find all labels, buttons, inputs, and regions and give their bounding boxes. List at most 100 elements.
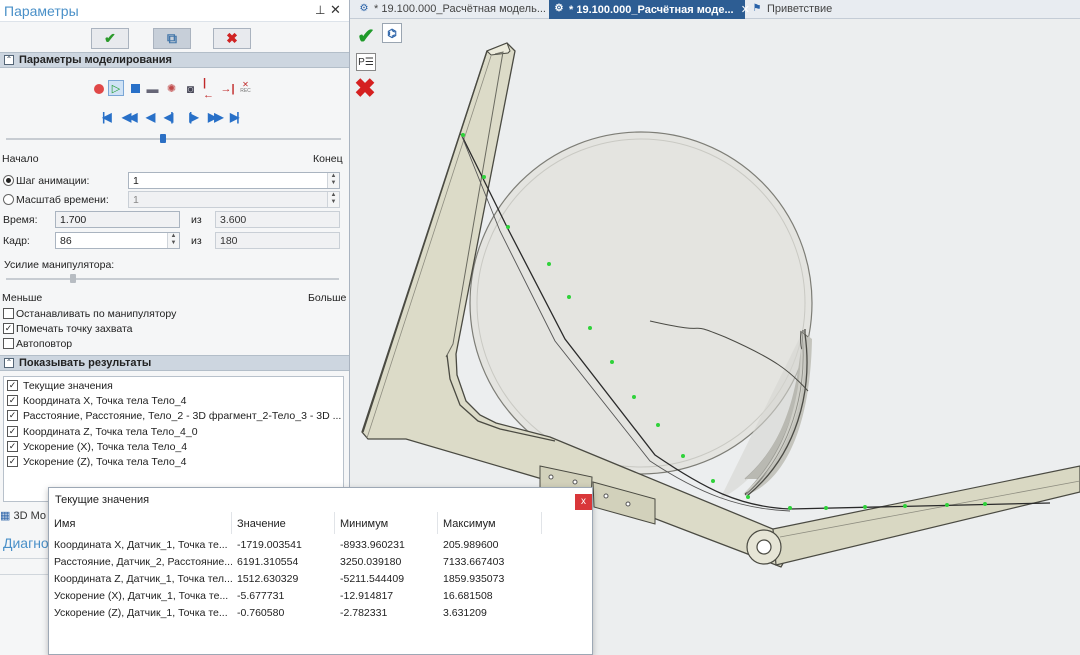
document-icon: ⚙	[359, 3, 369, 14]
stop-on-manipulator-label: Останавливать по манипулятору	[16, 308, 177, 320]
result-checkbox[interactable]: ✓	[7, 380, 18, 391]
step-back-icon[interactable]: ◀	[146, 110, 155, 124]
time-scale-radio[interactable]	[3, 194, 14, 205]
cell-value: -0.760580	[237, 607, 285, 619]
column-header-max[interactable]: Максимум	[438, 512, 542, 534]
frame-field[interactable]: 86 ▲ ▼	[55, 232, 180, 249]
modeling-section-title: Параметры моделирования	[19, 54, 172, 66]
play-icon[interactable]: ▷	[108, 80, 124, 96]
bolt	[572, 479, 578, 485]
force-slider[interactable]	[69, 274, 76, 283]
autorepeat-checkbox[interactable]	[3, 338, 14, 349]
bolt	[548, 474, 554, 480]
table-row[interactable]: Координата X, Датчик_1, Точка те... -171…	[49, 538, 594, 555]
close-icon[interactable]: x	[575, 494, 592, 510]
pin-icon[interactable]: ⊥	[315, 3, 325, 17]
cell-max: 205.989600	[443, 539, 499, 551]
time-scale-value: 1	[133, 194, 139, 206]
result-checkbox[interactable]: ✓	[7, 456, 18, 467]
time-label: Время:	[3, 214, 38, 226]
trim-start-icon[interactable]: |←	[203, 77, 216, 101]
time-of-label: из	[191, 214, 202, 226]
cell-value: 6191.310554	[237, 556, 299, 568]
anim-step-radio[interactable]	[3, 175, 14, 186]
film-icon[interactable]: ▬	[146, 82, 159, 96]
ok-button[interactable]: ✔	[91, 28, 129, 49]
fast-forward-icon[interactable]: ▶▶	[208, 110, 224, 124]
result-checkbox[interactable]: ✓	[7, 395, 18, 406]
force-label: Усилие манипулятора:	[4, 259, 115, 271]
settings-icon[interactable]: ✺	[165, 82, 178, 95]
diagnostics-row	[0, 558, 50, 575]
result-checkbox[interactable]: ✓	[7, 410, 18, 421]
arm-body	[772, 465, 1080, 566]
time-value: 1.700	[60, 214, 87, 226]
next-frame-icon[interactable]: |▶	[189, 110, 198, 124]
result-checkbox[interactable]: ✓	[7, 441, 18, 452]
cell-min: -2.782331	[340, 607, 388, 619]
results-section-title: Показывать результаты	[19, 357, 152, 369]
results-section-header[interactable]: ⌃ Показывать результаты	[0, 355, 349, 371]
time-scale-field[interactable]: 1 ▲ ▼	[128, 191, 340, 208]
frame-spinner[interactable]: ▲ ▼	[167, 233, 179, 248]
time-scale-spinner[interactable]: ▲ ▼	[327, 192, 339, 207]
frame-total-value: 180	[220, 235, 238, 247]
result-checkbox[interactable]: ✓	[7, 426, 18, 437]
cell-value: -5.677731	[237, 590, 285, 602]
results-list: ✓ Текущие значения ✓ Координата X, Точка…	[3, 376, 344, 502]
panel-title: Параметры	[4, 3, 79, 19]
cancel-button[interactable]: ✖	[213, 28, 251, 49]
cell-min: -12.914817	[340, 590, 394, 602]
structure-icon[interactable]: ⌬	[382, 23, 402, 43]
viewport-ok-button[interactable]: ✔	[354, 24, 378, 48]
anim-step-spinner[interactable]: ▲ ▼	[327, 173, 339, 188]
rec-icon[interactable]: ✕ REC	[239, 80, 252, 94]
mark-grip-point-checkbox[interactable]: ✓	[3, 323, 14, 334]
time-field[interactable]: 1.700	[55, 211, 180, 228]
record-icon[interactable]	[92, 82, 105, 95]
cell-name: Координата Z, Датчик_1, Точка тел...	[54, 573, 232, 585]
camera-icon[interactable]: ◙	[184, 82, 197, 96]
last-frame-icon[interactable]: ▶|	[230, 110, 239, 124]
tab-model-2[interactable]: ⚙ * 19.100.000_Расчётная моде... ✕	[549, 0, 750, 19]
table-row[interactable]: Расстояние, Датчик_2, Расстояние... 6191…	[49, 555, 594, 572]
collapse-icon[interactable]: ⌃	[4, 358, 14, 368]
first-frame-icon[interactable]: |◀	[102, 110, 111, 124]
timeline-track[interactable]	[6, 138, 341, 140]
document-icon: ⚙	[554, 3, 564, 14]
current-values-window[interactable]: Текущие значения x Имя Значение Минимум …	[48, 487, 593, 655]
table-row[interactable]: Ускорение (X), Датчик_1, Точка те... -5.…	[49, 589, 594, 606]
tab-welcome[interactable]: ⚑ Приветствие	[747, 0, 867, 19]
column-header-name[interactable]: Имя	[49, 512, 232, 534]
result-label: Координата X, Точка тела Тело_4	[23, 395, 187, 407]
fast-back-icon[interactable]: ◀◀	[122, 110, 138, 124]
close-icon[interactable]: ✕	[330, 2, 341, 18]
window-title: Текущие значения	[55, 494, 150, 506]
cell-max: 7133.667403	[443, 556, 505, 568]
stop-icon[interactable]	[129, 82, 142, 95]
anim-step-value: 1	[133, 175, 139, 187]
result-label: Расстояние, Расстояние, Тело_2 - 3D фраг…	[23, 410, 342, 422]
pivot-hole	[756, 539, 772, 555]
force-track[interactable]	[6, 278, 339, 280]
viewport-cancel-button[interactable]: ✖	[353, 73, 377, 103]
column-header-value[interactable]: Значение	[232, 512, 335, 534]
column-header-min[interactable]: Минимум	[335, 512, 438, 534]
timeline-slider[interactable]	[160, 134, 167, 143]
modeling-section-header[interactable]: ⌃ Параметры моделирования	[0, 52, 349, 68]
table-row[interactable]: Координата Z, Датчик_1, Точка тел... 151…	[49, 572, 594, 589]
document-tab-bar: ⚙ * 19.100.000_Расчётная модель... ⚙ * 1…	[350, 0, 1080, 19]
anim-step-field[interactable]: 1 ▲ ▼	[128, 172, 340, 189]
stop-on-manipulator-checkbox[interactable]	[3, 308, 14, 319]
prev-frame-icon[interactable]: ◀|	[164, 110, 173, 124]
collapse-icon[interactable]: ⌃	[4, 55, 14, 65]
force-max-label: Больше	[308, 292, 347, 304]
trim-end-icon[interactable]: →|	[220, 82, 234, 95]
table-row[interactable]: Ускорение (Z), Датчик_1, Точка те... -0.…	[49, 606, 594, 623]
tab-model-1[interactable]: ⚙ * 19.100.000_Расчётная модель...	[354, 0, 547, 19]
cell-name: Расстояние, Датчик_2, Расстояние...	[54, 556, 232, 568]
cell-value: 1512.630329	[237, 573, 299, 585]
preview-button[interactable]: ⧉	[153, 28, 191, 49]
time-total-value: 3.600	[220, 214, 247, 226]
viewport-params-button[interactable]: P☰	[356, 53, 376, 71]
